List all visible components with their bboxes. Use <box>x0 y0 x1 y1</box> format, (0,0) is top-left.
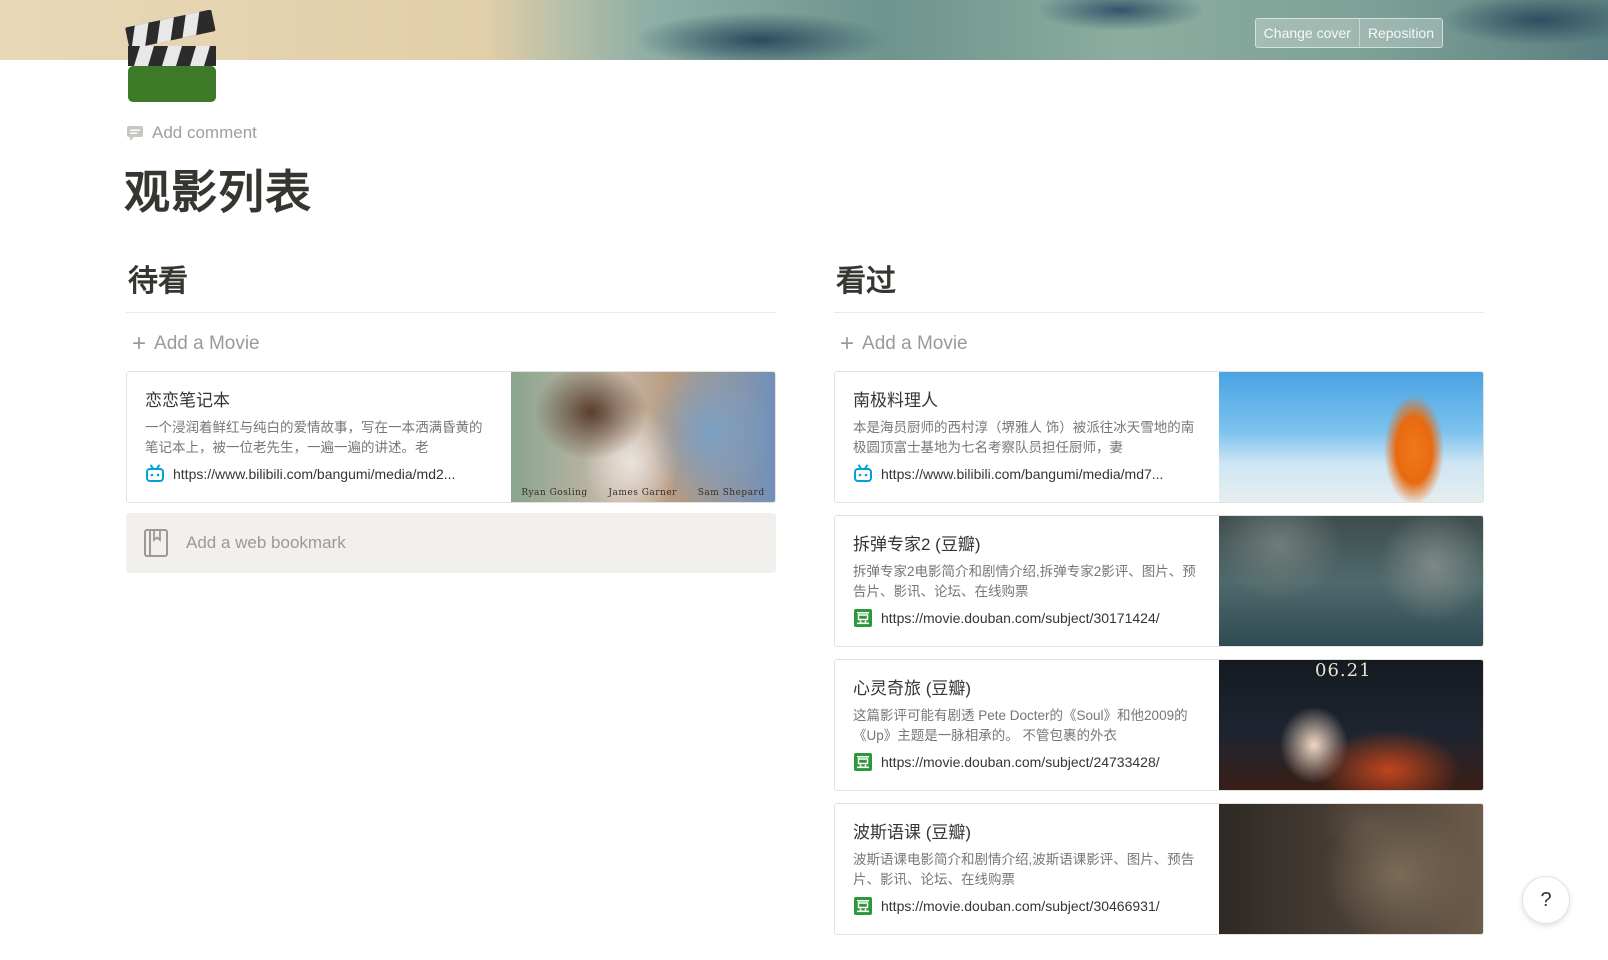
comment-icon <box>127 126 143 141</box>
bookmark-url-text: https://movie.douban.com/subject/3017142… <box>881 610 1160 626</box>
bookmark-title: 心灵奇旅 (豆瓣) <box>853 679 972 698</box>
add-movie-label: Add a Movie <box>862 333 968 354</box>
bookmark-title: 波斯语课 (豆瓣) <box>853 823 972 842</box>
bookmark-description: 一个浸润着鲜红与纯白的爱情故事，写在一本洒满昏黄的笔记本上，被一位老先生，一遍一… <box>145 420 483 455</box>
column-heading[interactable]: 看过 <box>834 262 1484 302</box>
notion-page: Change cover Reposition Add comment 观影列表… <box>0 0 1608 960</box>
bookmark-thumbnail: 06.21 <box>1219 660 1483 790</box>
add-web-bookmark-button[interactable]: Add a web bookmark <box>126 513 776 573</box>
divider <box>834 312 1484 313</box>
bookmark-description: 本是海员厨师的西村淳（堺雅人 饰）被派往冰天雪地的南极圆顶富士基地为七名考察队员… <box>853 420 1195 455</box>
bookmark-thumbnail <box>1219 372 1483 502</box>
column-watched: 看过 + Add a Movie 南极料理人 本是海员厨师的西村淳（堺雅人 饰）… <box>834 262 1484 935</box>
bookmark-title: 恋恋笔记本 <box>145 391 230 410</box>
plus-icon: + <box>132 330 147 357</box>
bookmark-card[interactable]: 恋恋笔记本 一个浸润着鲜红与纯白的爱情故事，写在一本洒满昏黄的笔记本上，被一位老… <box>126 371 776 503</box>
bookmark-description: 这篇影评可能有剧透 Pete Docter的《Soul》和他2009的《Up》主… <box>853 708 1188 743</box>
page-title[interactable]: 观影列表 <box>124 156 312 222</box>
bilibili-icon <box>854 464 872 482</box>
bookmark-text: 拆弹专家2 (豆瓣) 拆弹专家2电影简介和剧情介绍,拆弹专家2影评、图片、预告片… <box>835 516 1219 646</box>
bilibili-icon <box>146 464 164 482</box>
change-cover-button[interactable]: Change cover <box>1256 19 1359 47</box>
add-comment-button[interactable]: Add comment <box>126 122 257 144</box>
help-button[interactable]: ? <box>1522 876 1570 924</box>
thumbnail-date: 06.21 <box>1315 660 1372 681</box>
bookmark-title: 拆弹专家2 (豆瓣) <box>853 535 981 554</box>
add-movie-button[interactable]: + Add a Movie <box>834 331 1484 357</box>
add-comment-label: Add comment <box>152 123 257 142</box>
add-movie-button[interactable]: + Add a Movie <box>126 331 776 357</box>
douban-icon <box>854 753 872 771</box>
bookmark-url: https://www.bilibili.com/bangumi/media/m… <box>853 464 1201 484</box>
cover-controls: Change cover Reposition <box>1254 18 1443 48</box>
bookmark-thumbnail <box>1219 804 1483 934</box>
plus-icon: + <box>840 330 855 357</box>
bookmark-card[interactable]: 心灵奇旅 (豆瓣) 这篇影评可能有剧透 Pete Docter的《Soul》和他… <box>834 659 1484 791</box>
bookmark-text: 南极料理人 本是海员厨师的西村淳（堺雅人 饰）被派往冰天雪地的南极圆顶富士基地为… <box>835 372 1219 502</box>
caption-name: Ryan Gosling <box>521 488 588 498</box>
caption-name: James Garner <box>608 488 677 498</box>
bookmark-thumbnail: Ryan Gosling James Garner Sam Shepard <box>511 372 775 502</box>
bookmark-text: 波斯语课 (豆瓣) 波斯语课电影简介和剧情介绍,波斯语课影评、图片、预告片、影讯… <box>835 804 1219 934</box>
bookmark-card[interactable]: 拆弹专家2 (豆瓣) 拆弹专家2电影简介和剧情介绍,拆弹专家2影评、图片、预告片… <box>834 515 1484 647</box>
bookmark-card[interactable]: 南极料理人 本是海员厨师的西村淳（堺雅人 饰）被派往冰天雪地的南极圆顶富士基地为… <box>834 371 1484 503</box>
douban-icon <box>854 609 872 627</box>
bookmark-url-text: https://www.bilibili.com/bangumi/media/m… <box>881 466 1164 482</box>
bookmark-text: 心灵奇旅 (豆瓣) 这篇影评可能有剧透 Pete Docter的《Soul》和他… <box>835 660 1219 790</box>
bookmark-url-text: https://movie.douban.com/subject/2473342… <box>881 754 1160 770</box>
bookmark-description: 拆弹专家2电影简介和剧情介绍,拆弹专家2影评、图片、预告片、影讯、论坛、在线购票 <box>853 564 1196 599</box>
bookmark-url: https://movie.douban.com/subject/2473342… <box>853 752 1201 772</box>
divider <box>126 312 776 313</box>
bookmark-description: 波斯语课电影简介和剧情介绍,波斯语课影评、图片、预告片、影讯、论坛、在线购票 <box>853 852 1195 887</box>
add-web-bookmark-label: Add a web bookmark <box>186 533 346 552</box>
bookmark-url: https://movie.douban.com/subject/3017142… <box>853 608 1201 628</box>
column-heading[interactable]: 待看 <box>126 262 776 302</box>
bookmark-thumbnail <box>1219 516 1483 646</box>
column-to-watch: 待看 + Add a Movie 恋恋笔记本 一个浸润着鲜红与纯白的爱情故事，写… <box>126 262 776 573</box>
bookmark-url-text: https://movie.douban.com/subject/3046693… <box>881 898 1160 914</box>
thumbnail-caption: Ryan Gosling James Garner Sam Shepard <box>511 488 775 498</box>
add-movie-label: Add a Movie <box>154 333 260 354</box>
bookmark-text: 恋恋笔记本 一个浸润着鲜红与纯白的爱情故事，写在一本洒满昏黄的笔记本上，被一位老… <box>127 372 511 502</box>
reposition-button[interactable]: Reposition <box>1358 19 1442 47</box>
caption-name: Sam Shepard <box>697 488 765 498</box>
page-cover: Change cover Reposition <box>0 0 1608 60</box>
clapperboard-icon[interactable] <box>124 9 224 106</box>
bookmark-title: 南极料理人 <box>853 391 938 410</box>
douban-icon <box>854 897 872 915</box>
bookmark-card[interactable]: 波斯语课 (豆瓣) 波斯语课电影简介和剧情介绍,波斯语课影评、图片、预告片、影讯… <box>834 803 1484 935</box>
bookmark-url: https://movie.douban.com/subject/3046693… <box>853 896 1201 916</box>
bookmark-url: https://www.bilibili.com/bangumi/media/m… <box>145 464 493 484</box>
bookmark-url-text: https://www.bilibili.com/bangumi/media/m… <box>173 466 456 482</box>
bookmark-icon <box>144 529 168 557</box>
